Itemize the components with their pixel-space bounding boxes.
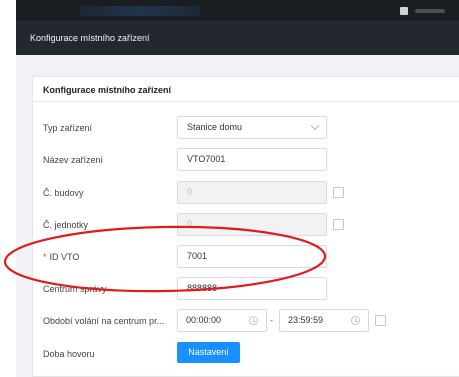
device-type-select[interactable]: Stanice domu [177, 116, 327, 139]
unit-number-input[interactable]: 0 [177, 213, 327, 236]
window-title: Konfigurace místního zařízení [30, 33, 150, 43]
panel-divider [33, 101, 459, 102]
device-name-label: Název zařízení [43, 155, 104, 165]
window-titlebar: Konfigurace místního zařízení [16, 21, 459, 55]
user-icon[interactable] [400, 7, 408, 15]
device-name-input[interactable]: VTO7001 [177, 148, 327, 171]
building-number-checkbox[interactable] [333, 187, 344, 198]
clock-icon [249, 316, 258, 325]
device-type-label: Typ zařízení [43, 123, 93, 133]
panel-title: Konfigurace místního zařízení [43, 85, 172, 95]
row-unit-number: Č. jednotky 0 [33, 213, 459, 237]
vto-id-input[interactable]: 7001 [177, 245, 327, 268]
call-duration-label: Doba hovoru [43, 349, 95, 359]
row-call-period: Období volání na centrum pr... 00:00:00 … [33, 309, 459, 333]
clock-icon [351, 316, 360, 325]
vto-id-label-text: ID VTO [49, 252, 80, 262]
row-device-name: Název zařízení VTO7001 [33, 148, 459, 172]
vto-id-label: * ID VTO [43, 252, 79, 262]
building-number-label: Č. budovy [43, 188, 84, 198]
app-top-bar [0, 0, 459, 21]
row-device-type: Typ zařízení Stanice domu [33, 116, 459, 140]
chevron-down-icon [310, 121, 320, 131]
required-mark: * [43, 252, 47, 262]
call-period-start-value: 00:00:00 [186, 315, 222, 325]
unit-number-label: Č. jednotky [43, 220, 89, 230]
management-center-label: Centrum správy [43, 284, 107, 294]
building-number-input[interactable]: 0 [177, 181, 327, 204]
row-call-duration: Doba hovoru Nastavení [33, 342, 459, 366]
user-name-blur [415, 9, 445, 13]
call-period-start-input[interactable]: 00:00:00 [177, 309, 267, 332]
call-duration-settings-button[interactable]: Nastavení [177, 342, 240, 363]
top-bar-logo-blur [80, 6, 200, 16]
call-period-end-value: 23:59:59 [288, 315, 324, 325]
management-center-input[interactable]: 888888 [177, 277, 327, 300]
row-building-number: Č. budovy 0 [33, 181, 459, 205]
row-vto-id: * ID VTO 7001 [33, 245, 459, 269]
device-type-value: Stanice domu [187, 122, 243, 132]
row-management-center: Centrum správy 888888 [33, 277, 459, 301]
config-panel: Konfigurace místního zařízení Typ zaříze… [32, 76, 459, 377]
call-period-label: Období volání na centrum pr... [43, 316, 165, 326]
unit-number-checkbox[interactable] [333, 219, 344, 230]
call-period-checkbox[interactable] [375, 315, 386, 326]
call-period-end-input[interactable]: 23:59:59 [279, 309, 369, 332]
time-range-separator: - [270, 315, 273, 325]
